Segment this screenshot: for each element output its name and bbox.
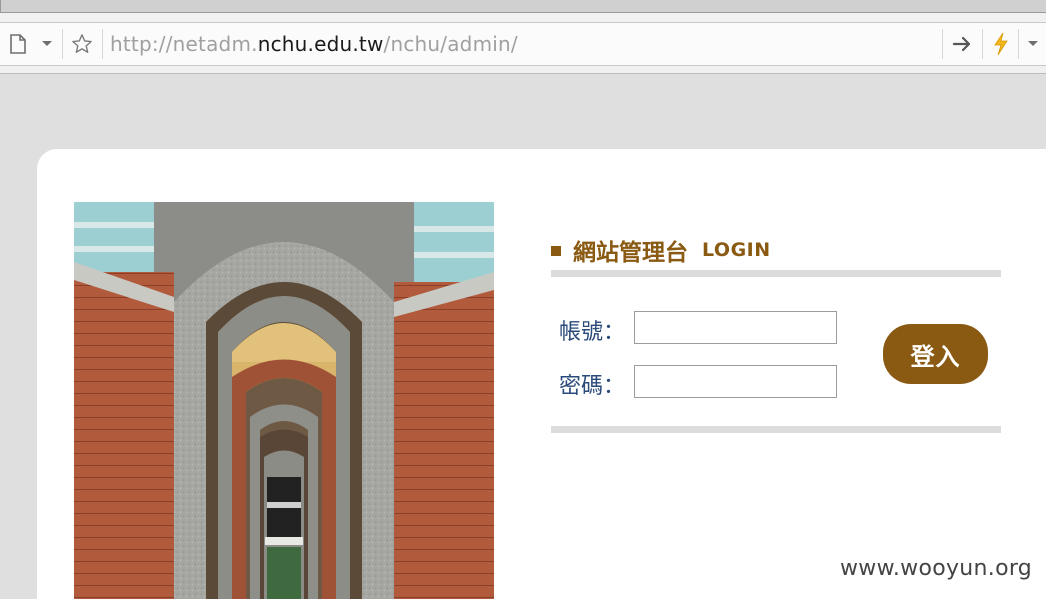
divider — [62, 29, 63, 59]
url-host: nchu.edu.tw — [257, 32, 384, 56]
address-bar: http://netadm.nchu.edu.tw/nchu/admin/ — [0, 22, 1046, 66]
url-field[interactable]: http://netadm.nchu.edu.tw/nchu/admin/ — [110, 23, 518, 65]
page-icon[interactable] — [4, 23, 32, 65]
divider-bottom — [551, 426, 1001, 433]
url-path: /nchu/admin/ — [383, 32, 518, 56]
chevron-down-icon[interactable] — [1022, 23, 1044, 65]
lightning-icon[interactable] — [986, 23, 1016, 65]
divider-top — [551, 270, 1001, 277]
account-input[interactable] — [634, 311, 837, 344]
divider — [102, 29, 103, 59]
divider — [1018, 29, 1019, 59]
title-chinese: 網站管理台 — [573, 240, 688, 266]
password-input[interactable] — [634, 365, 837, 398]
arrow-right-icon[interactable] — [946, 23, 978, 65]
login-title: 網站管理台 LOGIN — [551, 234, 771, 266]
title-english: LOGIN — [702, 239, 771, 261]
divider — [942, 29, 943, 59]
toolbar-shadow — [0, 66, 1046, 74]
campus-arch-photo — [74, 202, 494, 599]
divider — [982, 29, 983, 59]
window-top-strip — [0, 0, 1046, 22]
login-button[interactable]: 登入 — [883, 324, 988, 384]
watermark: www.wooyun.org — [840, 556, 1033, 581]
tab-edge — [0, 0, 1046, 13]
account-label: 帳號： — [559, 320, 626, 345]
star-icon[interactable] — [66, 23, 98, 65]
chevron-down-icon[interactable] — [36, 23, 58, 65]
password-label: 密碼： — [559, 374, 626, 399]
bullet-square-icon — [551, 246, 561, 256]
url-prefix: http://netadm. — [110, 32, 258, 56]
